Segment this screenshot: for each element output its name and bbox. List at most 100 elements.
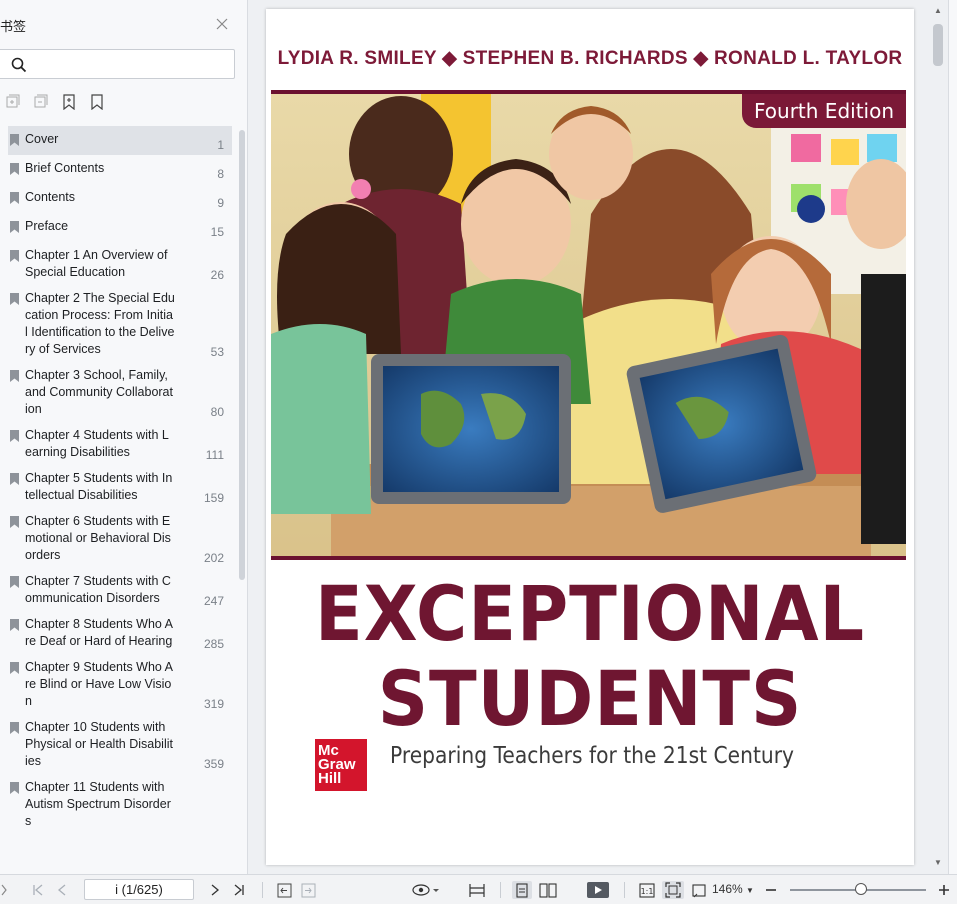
publisher-logo: Mc Graw Hill — [315, 739, 367, 791]
bookmark-search-box[interactable] — [0, 49, 235, 79]
bookmark-page-number: 8 — [217, 167, 224, 181]
fit-width-icon[interactable] — [468, 881, 486, 899]
eye-protection-icon[interactable] — [412, 881, 440, 899]
bottom-toolbar: i (1/625) 1:1 146% ▼ — [0, 874, 957, 904]
zoom-in-icon[interactable] — [937, 881, 951, 899]
bookmark-item[interactable]: Chapter 4 Students with Learning Disabil… — [0, 422, 238, 465]
bookmark-icon — [10, 619, 19, 631]
last-page-icon[interactable] — [231, 881, 247, 899]
bookmark-label: Chapter 11 Students with Autism Spectrum… — [25, 780, 171, 828]
scroll-down-icon[interactable]: ▼ — [934, 858, 942, 867]
bookmark-label: Chapter 9 Students Who Are Blind or Have… — [25, 660, 174, 708]
classroom-photo-illustration — [271, 94, 906, 556]
zoom-slider-thumb[interactable] — [855, 883, 867, 895]
pdf-page: LYDIA R. SMILEY ◆ STEPHEN B. RICHARDS ◆ … — [266, 9, 914, 865]
collapse-arrow-icon[interactable] — [0, 881, 8, 899]
bookmark-item[interactable]: Chapter 5 Students with Intellectual Dis… — [0, 465, 238, 508]
bookmark-item[interactable]: Chapter 3 School, Family, and Community … — [0, 362, 238, 422]
bookmark-item[interactable]: Chapter 7 Students with Communication Di… — [0, 568, 238, 611]
bookmark-item[interactable]: Cover 1 — [8, 126, 232, 155]
slideshow-play-icon[interactable] — [586, 881, 610, 899]
bookmark-icon — [10, 473, 19, 485]
bookmark-icon — [10, 134, 19, 146]
bookmark-item[interactable]: Brief Contents 8 — [0, 155, 238, 184]
bookmark-page-number: 359 — [203, 757, 224, 771]
bookmark-scrollbar[interactable] — [239, 130, 245, 580]
back-view-icon[interactable] — [276, 881, 292, 899]
bookmark-label: Chapter 8 Students Who Are Deaf or Hard … — [25, 617, 174, 648]
page-number-input[interactable]: i (1/625) — [84, 879, 194, 900]
first-page-icon[interactable] — [30, 881, 46, 899]
document-scrollbar[interactable]: ▲ ▼ — [930, 0, 947, 874]
bookmark-icon — [10, 293, 19, 305]
zoom-out-icon[interactable] — [764, 881, 778, 899]
bookmark-panel: 书签 Cover 1 Brief Contents 8 Contents 9 P… — [0, 0, 248, 874]
bookmark-page-number: 111 — [205, 448, 224, 462]
bookmark-panel-title: 书签 — [0, 20, 27, 35]
scroll-thumb[interactable] — [933, 24, 943, 66]
bookmark-page-number: 15 — [210, 225, 224, 239]
collapse-all-icon[interactable] — [34, 94, 48, 110]
cover-subtitle: Preparing Teachers for the 21st Century — [390, 743, 795, 769]
toolbar-separator — [262, 882, 263, 898]
bookmark-label: Chapter 2 The Special Education Process:… — [25, 291, 175, 356]
bookmark-icon — [10, 516, 19, 528]
bookmark-icon — [10, 722, 19, 734]
zoom-level[interactable]: 146% ▼ — [712, 882, 754, 896]
bookmark-icon — [10, 430, 19, 442]
bookmark-list: Cover 1 Brief Contents 8 Contents 9 Preface 15 C… — [0, 126, 238, 874]
bookmark-icon — [10, 250, 19, 262]
close-icon[interactable] — [215, 17, 229, 31]
bookmark-page-number: 9 — [217, 196, 224, 210]
bookmark-search-input[interactable] — [33, 55, 223, 75]
forward-view-icon[interactable] — [300, 881, 316, 899]
bookmark-label: Chapter 3 School, Family, and Community … — [25, 368, 173, 416]
bookmark-item[interactable]: Chapter 6 Students with Emotional or Beh… — [0, 508, 238, 568]
actual-size-icon[interactable]: 1:1 — [638, 881, 656, 899]
bookmark-icon — [10, 192, 19, 204]
two-page-icon[interactable] — [538, 881, 558, 899]
bookmark-label: Chapter 5 Students with Intellectual Dis… — [25, 471, 173, 502]
search-icon — [11, 57, 27, 73]
scroll-up-icon[interactable]: ▲ — [934, 6, 942, 15]
bookmark-panel-header: 书签 — [0, 14, 248, 36]
edition-badge: Fourth Edition — [742, 94, 906, 128]
bookmark-item[interactable]: Chapter 9 Students Who Are Blind or Have… — [0, 654, 238, 714]
bookmark-label: Brief Contents — [25, 161, 105, 175]
previous-page-icon[interactable] — [54, 881, 70, 899]
rotate-page-icon[interactable] — [690, 881, 708, 899]
bookmark-icon — [10, 370, 19, 382]
next-page-icon[interactable] — [207, 881, 223, 899]
svg-text:1:1: 1:1 — [641, 887, 654, 896]
right-panel-edge — [948, 0, 957, 874]
bookmark-item[interactable]: Chapter 11 Students with Autism Spectrum… — [0, 774, 238, 834]
bookmark-label: Preface — [25, 219, 69, 233]
bookmark-item[interactable]: Preface 15 — [0, 213, 238, 242]
bookmark-page-number: 319 — [203, 697, 224, 711]
cover-title-line2: STUDENTS — [377, 654, 803, 743]
bookmark-item[interactable]: Contents 9 — [0, 184, 238, 213]
bookmark-item[interactable]: Chapter 8 Students Who Are Deaf or Hard … — [0, 611, 238, 654]
bookmark-page-number: 26 — [210, 268, 224, 282]
fit-page-icon[interactable] — [662, 881, 684, 899]
bookmark-label: Chapter 4 Students with Learning Disabil… — [25, 428, 169, 459]
cover-photo: Fourth Edition — [271, 90, 906, 560]
bookmark-page-number: 247 — [203, 594, 224, 608]
cover-authors: LYDIA R. SMILEY ◆ STEPHEN B. RICHARDS ◆ … — [277, 48, 903, 69]
add-bookmark-icon[interactable] — [62, 94, 76, 110]
bookmark-item[interactable]: Chapter 2 The Special Education Process:… — [0, 285, 238, 362]
bookmark-icon[interactable] — [90, 94, 104, 110]
bookmark-item[interactable]: Chapter 1 An Overview of Special Educati… — [0, 242, 238, 285]
bookmark-icon — [10, 163, 19, 175]
zoom-dropdown-icon[interactable]: ▼ — [746, 886, 754, 895]
single-page-icon[interactable] — [512, 881, 532, 899]
bookmark-item[interactable]: Chapter 10 Students with Physical or Hea… — [0, 714, 238, 774]
bookmark-icon — [10, 782, 19, 794]
zoom-value: 146% — [712, 882, 743, 896]
bookmark-toolbar — [6, 94, 104, 110]
bookmark-page-number: 80 — [210, 405, 224, 419]
bookmark-label: Chapter 7 Students with Communication Di… — [25, 574, 171, 605]
bookmark-label: Chapter 1 An Overview of Special Educati… — [25, 248, 168, 279]
bookmark-page-number: 53 — [210, 345, 224, 359]
expand-all-icon[interactable] — [6, 94, 20, 110]
